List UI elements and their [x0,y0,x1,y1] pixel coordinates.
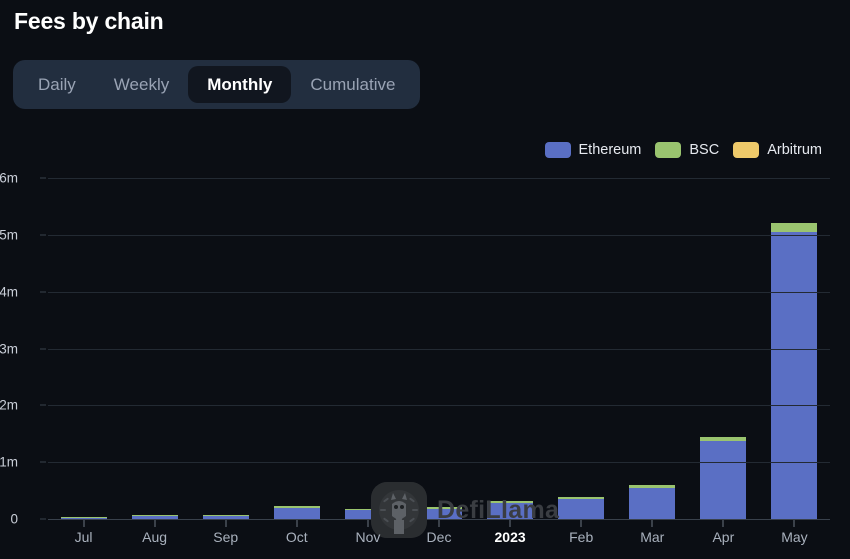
legend-item-bsc[interactable]: BSC [655,142,719,158]
tab-monthly[interactable]: Monthly [188,66,291,103]
bar-stack[interactable] [416,507,462,519]
page-title: Fees by chain [14,8,164,35]
bar-stack[interactable] [629,485,675,519]
tab-cumulative[interactable]: Cumulative [291,66,414,103]
y-axis-tick-mark [40,462,46,463]
x-axis-tick-mark [83,520,84,527]
legend-swatch-ethereum [545,142,571,158]
y-axis-tick-mark [40,291,46,292]
x-axis-tick-mark [794,520,795,527]
y-axis-label: 3m [0,341,18,356]
legend-item-ethereum[interactable]: Ethereum [545,142,642,158]
bar-segment-ethereum [487,503,533,519]
legend-item-arbitrum[interactable]: Arbitrum [733,142,822,158]
chart-area: 0 1m 2m 3m 4m 5m 6m [0,168,850,559]
bar-stack[interactable] [487,501,533,519]
gridline [48,235,830,236]
x-axis-tick-mark [367,520,368,527]
bar-stack[interactable] [274,506,320,519]
bar-stack[interactable] [558,497,604,519]
fees-by-chain-chart-panel: Fees by chain DailyWeeklyMonthlyCumulati… [0,0,850,559]
bar-segment-ethereum [629,488,675,519]
bar-segment-ethereum [274,508,320,519]
y-axis-tick-mark [40,405,46,406]
x-axis-label: 2023 [495,529,526,545]
y-axis-label: 2m [0,398,18,413]
y-axis-label: 4m [0,284,18,299]
bar-stack[interactable] [700,437,746,519]
x-axis-tick-mark [154,520,155,527]
tab-daily[interactable]: Daily [19,66,95,103]
chart-legend: Ethereum BSC Arbitrum [545,142,823,158]
y-axis-tick-mark [40,519,46,520]
plot-region: 01m2m3m4m5m6m [48,178,830,519]
y-axis-tick-mark [40,234,46,235]
x-axis-label: Feb [569,529,593,545]
x-axis-tick-mark [581,520,582,527]
legend-label: Arbitrum [767,142,822,158]
interval-tab-bar: DailyWeeklyMonthlyCumulative [13,60,420,109]
x-axis-tick-mark [296,520,297,527]
bar-stack[interactable] [771,223,817,519]
x-axis-label: May [781,529,807,545]
gridline [48,292,830,293]
y-axis-label: 6m [0,171,18,186]
x-axis-label: Oct [286,529,308,545]
bar-stack[interactable] [345,509,391,519]
x-axis-label: Aug [142,529,167,545]
x-axis-tick-mark [510,520,511,527]
legend-label: Ethereum [579,142,642,158]
gridline [48,178,830,179]
x-axis-label: Dec [427,529,452,545]
y-axis-label: 5m [0,227,18,242]
legend-swatch-bsc [655,142,681,158]
x-axis-tick-mark [225,520,226,527]
y-axis-label: 1m [0,455,18,470]
x-axis-label: Apr [712,529,734,545]
y-axis-tick-mark [40,178,46,179]
bar-segment-ethereum [700,441,746,519]
bar-segment-ethereum [416,509,462,519]
tab-weekly[interactable]: Weekly [95,66,188,103]
gridline [48,405,830,406]
legend-label: BSC [689,142,719,158]
x-axis-label: Jul [75,529,93,545]
bar-segment-ethereum [558,499,604,519]
x-axis-tick-mark [723,520,724,527]
bar-segment-bsc [771,223,817,232]
x-axis-label: Mar [640,529,664,545]
gridline [48,462,830,463]
gridline [48,349,830,350]
bar-segment-ethereum [345,510,391,519]
x-axis-label: Sep [213,529,238,545]
y-axis-label: 0 [0,512,18,527]
bar-segment-ethereum [771,232,817,519]
y-axis-tick-mark [40,348,46,349]
x-axis-tick-mark [439,520,440,527]
x-axis-label: Nov [355,529,380,545]
legend-swatch-arbitrum [733,142,759,158]
x-axis-tick-mark [652,520,653,527]
